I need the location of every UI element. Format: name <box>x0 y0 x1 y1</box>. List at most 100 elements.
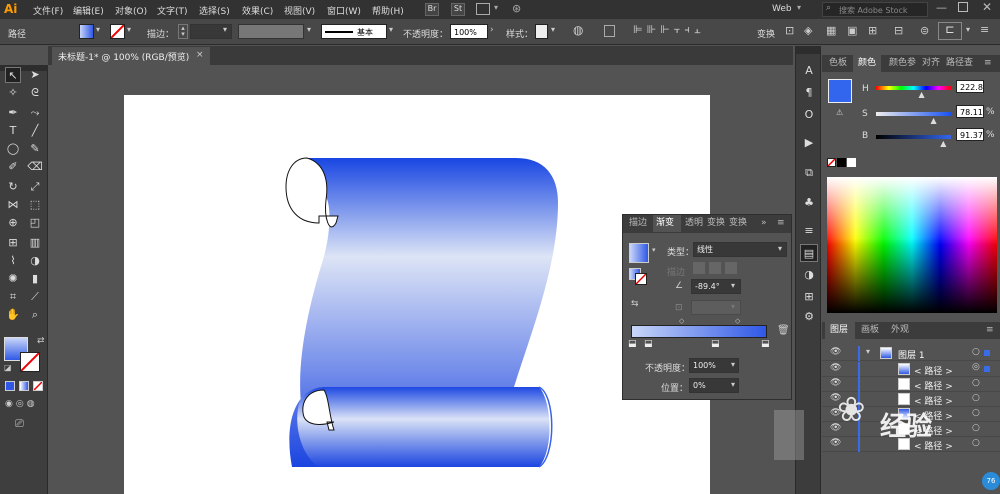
color-stop[interactable]: ⬓ <box>644 339 653 349</box>
fill-chevron-icon[interactable]: ▾ <box>96 25 100 34</box>
actions-panel-icon[interactable]: ▶ <box>800 134 818 152</box>
mesh-tool-icon[interactable]: ⊞ <box>5 235 21 251</box>
tab-transform[interactable]: 变换 <box>707 215 725 232</box>
stroke-gradient-along-button[interactable] <box>709 262 721 274</box>
column-graph-tool-icon[interactable]: ▮ <box>27 271 43 287</box>
opacity-input[interactable]: 100% <box>450 24 488 39</box>
rotate-tool-icon[interactable]: ↻ <box>5 179 21 195</box>
fill-color-swatch[interactable] <box>828 79 852 103</box>
location-chevron-icon[interactable]: ▾ <box>731 380 735 389</box>
tab-transparency[interactable]: 透明 <box>685 215 703 232</box>
angle-chevron-icon[interactable]: ▾ <box>731 281 735 290</box>
menu-edit[interactable]: 编辑(E) <box>73 4 104 17</box>
variable-width-profile[interactable] <box>238 24 304 39</box>
expand-layer-icon[interactable]: ▾ <box>866 347 870 356</box>
tab-align[interactable]: 对齐 <box>922 55 940 72</box>
tab-transform-2[interactable]: 变换 <box>729 215 747 232</box>
none-swatch[interactable] <box>827 158 836 167</box>
close-tab-icon[interactable]: × <box>196 50 204 60</box>
gradient-preset-chevron-icon[interactable]: ▾ <box>652 246 656 254</box>
sublayer-row[interactable]: 👁 < 路径 > ○ <box>822 407 1000 422</box>
arrange-documents-icon[interactable] <box>476 3 490 15</box>
target-icon[interactable]: ○ <box>972 378 980 388</box>
type-tool-icon[interactable]: T <box>5 123 21 139</box>
artboard-tool-icon[interactable]: ⌗ <box>5 289 21 305</box>
stroke-swatch[interactable] <box>110 24 125 39</box>
shape-builder-tool-icon[interactable]: ⊕ <box>5 215 21 231</box>
target-icon[interactable]: ○ <box>972 438 980 448</box>
menu-view[interactable]: 视图(V) <box>284 4 315 17</box>
layer-target-icon[interactable]: ○ <box>972 347 980 357</box>
opacity-chevron-icon[interactable]: ▾ <box>731 360 735 369</box>
puppet-warp-icon[interactable]: ⊞ <box>868 24 877 37</box>
document-tab[interactable]: 未标题-1* @ 100% (RGB/预览) × <box>52 47 210 65</box>
stroke-weight-stepper[interactable]: ▴ ▾ <box>178 24 188 39</box>
delete-stop-icon[interactable]: 🗑 <box>777 325 790 336</box>
opacity-arrow-icon[interactable]: › <box>490 25 494 35</box>
visibility-eye-icon[interactable]: 👁 <box>830 408 841 418</box>
isolate-icon[interactable]: ⊡ <box>785 24 794 37</box>
color-stop[interactable]: ⬓ <box>628 339 637 349</box>
tab-swatches[interactable]: 色板 <box>829 55 847 72</box>
target-icon[interactable]: ○ <box>972 393 980 403</box>
color-stop[interactable]: ⬓ <box>711 339 720 349</box>
gradient-panel-menu-icon[interactable]: ≡ <box>777 215 785 232</box>
pen-tool-icon[interactable]: ✒ <box>5 105 21 121</box>
stroke-gradient-within-button[interactable] <box>693 262 705 274</box>
transform-link[interactable]: 变换 <box>757 27 775 40</box>
b-slider-thumb[interactable]: ▲ <box>940 139 946 148</box>
stroke-chevron-icon[interactable]: ▾ <box>127 25 131 34</box>
h-slider[interactable] <box>876 86 951 90</box>
menu-object[interactable]: 对象(O) <box>115 4 147 17</box>
document-setup-icon[interactable] <box>604 25 615 37</box>
perspective-grid-tool-icon[interactable]: ◰ <box>27 215 43 231</box>
hand-tool-icon[interactable]: ✋ <box>5 307 21 323</box>
style-chevron-icon[interactable]: ▾ <box>551 25 555 34</box>
menu-type[interactable]: 文字(T) <box>157 4 188 17</box>
recolor-artwork-icon[interactable]: ◍ <box>573 23 583 37</box>
shaper-tool-icon[interactable]: ✐ <box>5 159 21 175</box>
selection-tool-icon[interactable]: ↖ <box>5 67 21 83</box>
profile-chevron-icon[interactable]: ▾ <box>307 25 311 34</box>
maximize-button[interactable] <box>958 2 968 12</box>
links-panel-icon[interactable]: ⧉ <box>800 164 818 182</box>
path-name[interactable]: < 路径 > <box>914 424 953 437</box>
midpoint-diamond[interactable]: ◇ <box>679 317 684 325</box>
close-window-button[interactable]: ✕ <box>982 0 992 14</box>
symbols-panel-icon[interactable]: ♣ <box>800 194 818 212</box>
stroke-indicator[interactable] <box>635 273 647 285</box>
reverse-gradient-icon[interactable]: ⇆ <box>631 299 639 309</box>
gradient-preview-swatch[interactable] <box>629 243 649 263</box>
fill-swatch[interactable] <box>79 24 94 39</box>
gpu-performance-icon[interactable]: ⊛ <box>512 2 521 15</box>
transform-again-icon[interactable]: ◈ <box>804 24 812 37</box>
path-name[interactable]: < 路径 > <box>914 394 953 407</box>
free-transform-tool-icon[interactable]: ⬚ <box>27 197 43 213</box>
align-buttons-icon[interactable]: ⊫⊪⊩⫟⫞⫠ <box>633 23 705 37</box>
visibility-eye-icon[interactable]: 👁 <box>830 438 841 448</box>
color-panel-menu-icon[interactable]: ≡ <box>984 58 992 68</box>
slice-tool-icon[interactable]: ⟋ <box>27 289 43 305</box>
strip-grip[interactable] <box>796 46 820 54</box>
visibility-eye-icon[interactable]: 👁 <box>830 393 841 403</box>
magic-wand-tool-icon[interactable]: ✧ <box>5 85 21 101</box>
eyedropper-tool-icon[interactable]: ⌇ <box>5 253 21 269</box>
h-input[interactable]: 222.8 <box>956 80 984 93</box>
selection-indicator[interactable] <box>984 366 990 372</box>
minimize-button[interactable]: — <box>936 1 947 14</box>
transparency-panel-icon[interactable]: ◑ <box>800 266 818 284</box>
curvature-tool-icon[interactable]: ⤳ <box>27 105 43 121</box>
paragraph-panel-icon[interactable]: ¶ <box>800 84 818 102</box>
workspace-chevron-icon[interactable]: ▾ <box>797 3 801 12</box>
direct-selection-tool-icon[interactable]: ➤ <box>27 67 43 83</box>
bridge-button[interactable]: Br <box>425 3 439 16</box>
default-colors-icon[interactable]: ◪ <box>4 363 12 372</box>
path-name[interactable]: < 路径 > <box>914 379 953 392</box>
opacity-mask-icon[interactable]: ▣ <box>847 24 857 37</box>
path-name[interactable]: < 路径 > <box>914 439 953 452</box>
line-tool-icon[interactable]: ╱ <box>27 123 43 139</box>
sublayer-row[interactable]: 👁 < 路径 > ○ <box>822 377 1000 392</box>
zoom-tool-icon[interactable]: ⌕ <box>27 307 43 323</box>
sublayer-row[interactable]: 👁 < 路径 > ○ <box>822 437 1000 452</box>
target-icon[interactable]: ◎ <box>972 362 980 372</box>
